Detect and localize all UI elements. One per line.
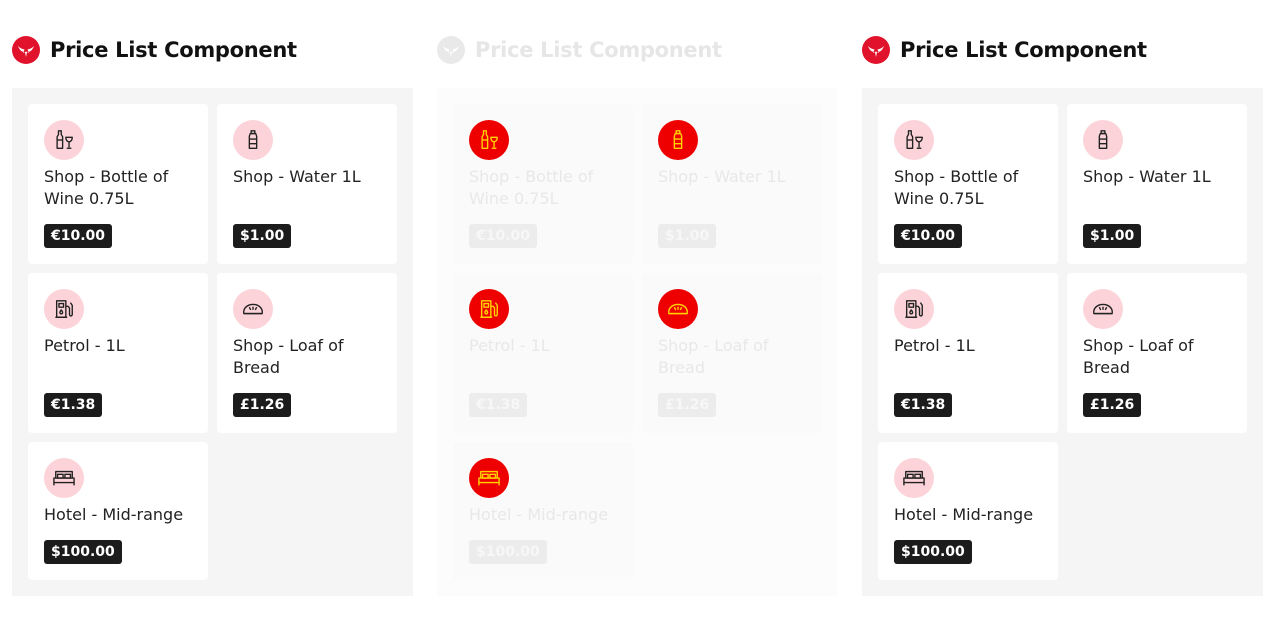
brand-logo-icon <box>437 36 465 64</box>
price-card: Shop - Loaf of Bread £1.26 <box>217 273 397 433</box>
price-card: Shop - Loaf of Bread £1.26 <box>642 273 822 433</box>
price-card: Petrol - 1L €1.38 <box>878 273 1058 433</box>
brand-logo-icon <box>862 36 890 64</box>
water-bottle-icon <box>1083 120 1123 160</box>
price-badge: $100.00 <box>44 540 122 564</box>
panel-title: Price List Component <box>50 38 297 62</box>
price-badge: €1.38 <box>44 393 103 417</box>
wine-bottle-glass-icon <box>469 120 509 160</box>
item-name: Shop - Water 1L <box>658 167 786 186</box>
price-badge: €10.00 <box>469 224 538 248</box>
item-name: Hotel - Mid-range <box>44 505 184 524</box>
bread-loaf-icon <box>1083 289 1123 329</box>
item-name: Shop - Water 1L <box>233 167 361 186</box>
hotel-bed-icon <box>894 458 934 498</box>
price-list-panel: Price List Component Shop - Bottle of Wi… <box>12 30 413 596</box>
wine-bottle-glass-icon <box>44 120 84 160</box>
price-card: Hotel - Mid-range $100.00 <box>28 442 208 580</box>
price-list-grid: Shop - Bottle of Wine 0.75L €10.00 Shop -… <box>437 88 838 596</box>
item-name: Shop - Loaf of Bread <box>658 336 769 377</box>
price-badge: £1.26 <box>1083 393 1142 417</box>
price-card: Shop - Water 1L $1.00 <box>217 104 397 264</box>
price-card: Shop - Water 1L $1.00 <box>1067 104 1247 264</box>
item-name: Shop - Bottle of Wine 0.75L <box>469 167 594 208</box>
price-badge: €1.38 <box>894 393 953 417</box>
panel-header: Price List Component <box>437 30 838 70</box>
hotel-bed-icon <box>469 458 509 498</box>
price-badge: €10.00 <box>44 224 113 248</box>
item-name: Shop - Loaf of Bread <box>1083 336 1194 377</box>
price-card: Shop - Bottle of Wine 0.75L €10.00 <box>453 104 633 264</box>
price-badge: $1.00 <box>1083 224 1142 248</box>
price-badge: $1.00 <box>233 224 292 248</box>
water-bottle-icon <box>658 120 698 160</box>
panel-header: Price List Component <box>862 30 1263 70</box>
price-list-grid: Shop - Bottle of Wine 0.75L €10.00 Shop -… <box>12 88 413 596</box>
brand-logo-icon <box>12 36 40 64</box>
price-list-panel: Price List Component Shop - Bottle of Wi… <box>862 30 1263 596</box>
bread-loaf-icon <box>233 289 273 329</box>
item-name: Shop - Water 1L <box>1083 167 1211 186</box>
wine-bottle-glass-icon <box>894 120 934 160</box>
price-card: Hotel - Mid-range $100.00 <box>453 442 633 580</box>
price-card: Shop - Loaf of Bread £1.26 <box>1067 273 1247 433</box>
water-bottle-icon <box>233 120 273 160</box>
panel-title: Price List Component <box>475 38 722 62</box>
item-name: Petrol - 1L <box>469 336 550 355</box>
price-list-panel: Price List Component Shop - Bottle of Wi… <box>437 30 838 596</box>
item-name: Shop - Bottle of Wine 0.75L <box>894 167 1019 208</box>
price-card: Shop - Bottle of Wine 0.75L €10.00 <box>878 104 1058 264</box>
fuel-pump-icon <box>44 289 84 329</box>
price-list-grid: Shop - Bottle of Wine 0.75L €10.00 Shop -… <box>862 88 1263 596</box>
price-card: Petrol - 1L €1.38 <box>28 273 208 433</box>
price-card: Hotel - Mid-range $100.00 <box>878 442 1058 580</box>
hotel-bed-icon <box>44 458 84 498</box>
item-name: Shop - Bottle of Wine 0.75L <box>44 167 169 208</box>
price-card: Shop - Water 1L $1.00 <box>642 104 822 264</box>
price-badge: €10.00 <box>894 224 963 248</box>
item-name: Hotel - Mid-range <box>894 505 1034 524</box>
panel-header: Price List Component <box>12 30 413 70</box>
bread-loaf-icon <box>658 289 698 329</box>
price-badge: $1.00 <box>658 224 717 248</box>
price-badge: $100.00 <box>894 540 972 564</box>
price-card: Petrol - 1L €1.38 <box>453 273 633 433</box>
item-name: Petrol - 1L <box>44 336 125 355</box>
item-name: Hotel - Mid-range <box>469 505 609 524</box>
price-badge: £1.26 <box>233 393 292 417</box>
price-badge: $100.00 <box>469 540 547 564</box>
item-name: Shop - Loaf of Bread <box>233 336 344 377</box>
fuel-pump-icon <box>894 289 934 329</box>
panel-title: Price List Component <box>900 38 1147 62</box>
price-badge: €1.38 <box>469 393 528 417</box>
fuel-pump-icon <box>469 289 509 329</box>
item-name: Petrol - 1L <box>894 336 975 355</box>
price-card: Shop - Bottle of Wine 0.75L €10.00 <box>28 104 208 264</box>
price-badge: £1.26 <box>658 393 717 417</box>
